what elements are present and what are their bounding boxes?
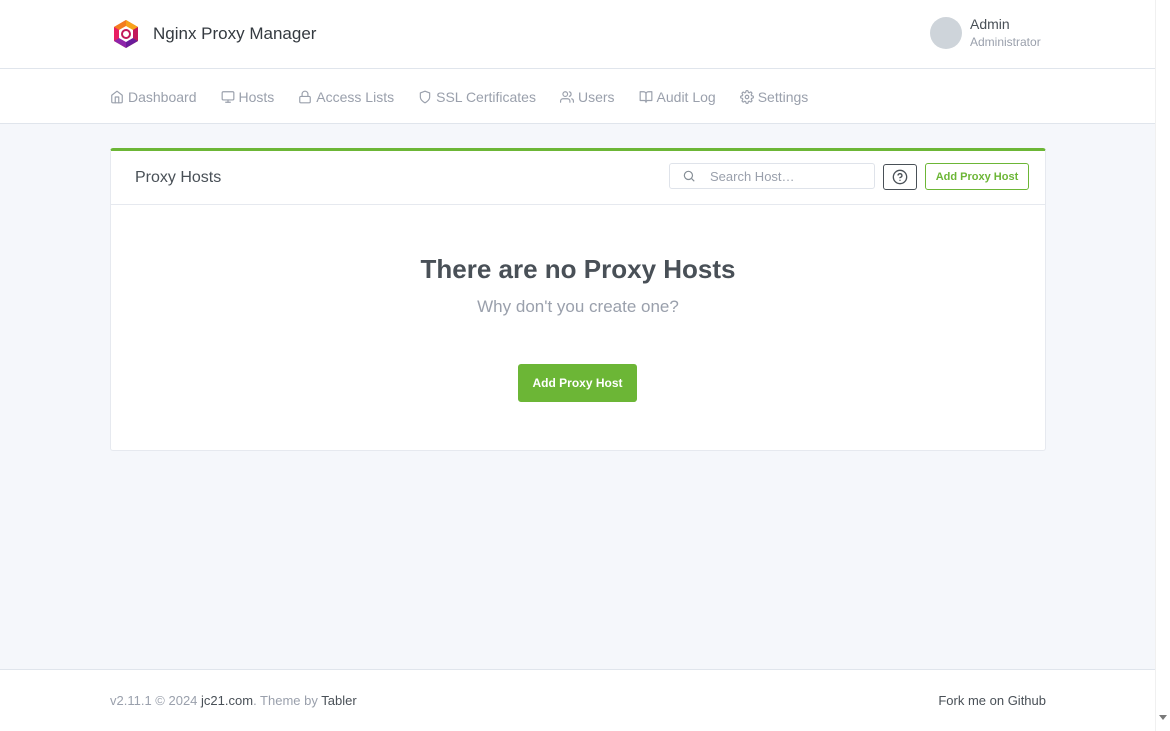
nav-item-label: Dashboard xyxy=(128,88,197,105)
footer-theme-link[interactable]: Tabler xyxy=(321,693,356,708)
lock-icon xyxy=(299,90,312,103)
page: Nginx Proxy Manager Admin Administrator … xyxy=(0,0,1155,731)
shield-icon xyxy=(419,90,431,103)
nav-item-audit-log[interactable]: Audit Log xyxy=(639,69,716,124)
add-proxy-host-button[interactable]: Add Proxy Host xyxy=(925,163,1029,190)
footer-version: v2.11.1 © 2024 xyxy=(110,693,198,708)
nav-item-hosts[interactable]: Hosts xyxy=(221,69,275,124)
nav-item-label: Access Lists xyxy=(316,88,395,105)
search-icon xyxy=(683,170,695,182)
footer-credits: v2.11.1 © 2024 jc21.com. Theme by Tabler xyxy=(110,693,357,708)
users-icon xyxy=(559,90,574,103)
nav-item-access-lists[interactable]: Access Lists xyxy=(298,69,394,124)
nav-item-label: Settings xyxy=(757,88,809,105)
avatar[interactable] xyxy=(930,17,962,49)
nav-item-ssl-certificates[interactable]: SSL Certificates xyxy=(418,69,536,124)
nav-item-label: Audit Log xyxy=(656,88,716,105)
search-input[interactable] xyxy=(710,168,870,184)
main-nav: Dashboard Hosts Access Lists SSL Certifi… xyxy=(0,69,1155,124)
nav-item-users[interactable]: Users xyxy=(559,69,615,124)
help-button[interactable] xyxy=(883,164,917,190)
brand-name: Nginx Proxy Manager xyxy=(153,24,317,43)
scrollbar[interactable] xyxy=(1155,0,1170,731)
brand[interactable]: Nginx Proxy Manager xyxy=(110,17,316,51)
nav-item-label: Hosts xyxy=(238,88,275,105)
nav-items: Dashboard Hosts Access Lists SSL Certifi… xyxy=(110,69,832,124)
book-open-icon xyxy=(639,90,652,103)
user-info: Admin Administrator xyxy=(970,15,1041,49)
nav-item-settings[interactable]: Settings xyxy=(739,69,809,124)
user-name: Admin xyxy=(970,15,1010,32)
monitor-icon xyxy=(221,90,234,103)
card-title: Proxy Hosts xyxy=(135,169,222,186)
npm-hexagon-logo-icon xyxy=(114,20,138,48)
empty-state-title: There are no Proxy Hosts xyxy=(420,254,736,284)
footer-fork: Fork me on Github xyxy=(938,693,1046,708)
empty-state-add-button[interactable]: Add Proxy Host xyxy=(518,364,637,402)
nav-item-label: SSL Certificates xyxy=(436,88,536,105)
home-icon xyxy=(111,90,123,103)
nav-item-label: Users xyxy=(577,88,615,105)
footer: v2.11.1 © 2024 jc21.com. Theme by Tabler… xyxy=(0,669,1155,731)
empty-state-subtitle: Why don't you create one? xyxy=(477,297,679,316)
card-header: Proxy Hosts Add Proxy Host xyxy=(111,151,1045,205)
proxy-hosts-card: Proxy Hosts Add Proxy Host There are no … xyxy=(110,148,1046,451)
github-fork-link[interactable]: Fork me on Github xyxy=(938,693,1046,708)
help-circle-icon xyxy=(892,169,908,185)
footer-site-link[interactable]: jc21.com xyxy=(201,693,253,708)
scroll-down-arrow-icon[interactable] xyxy=(1159,715,1167,720)
nav-item-dashboard[interactable]: Dashboard xyxy=(110,69,197,124)
footer-theme-text: . Theme by xyxy=(253,693,318,708)
header: Nginx Proxy Manager Admin Administrator xyxy=(0,0,1155,69)
user-role: Administrator xyxy=(970,34,1041,49)
search-box[interactable] xyxy=(669,163,875,189)
user-menu[interactable]: Admin Administrator xyxy=(930,17,1041,49)
settings-icon xyxy=(739,89,754,104)
